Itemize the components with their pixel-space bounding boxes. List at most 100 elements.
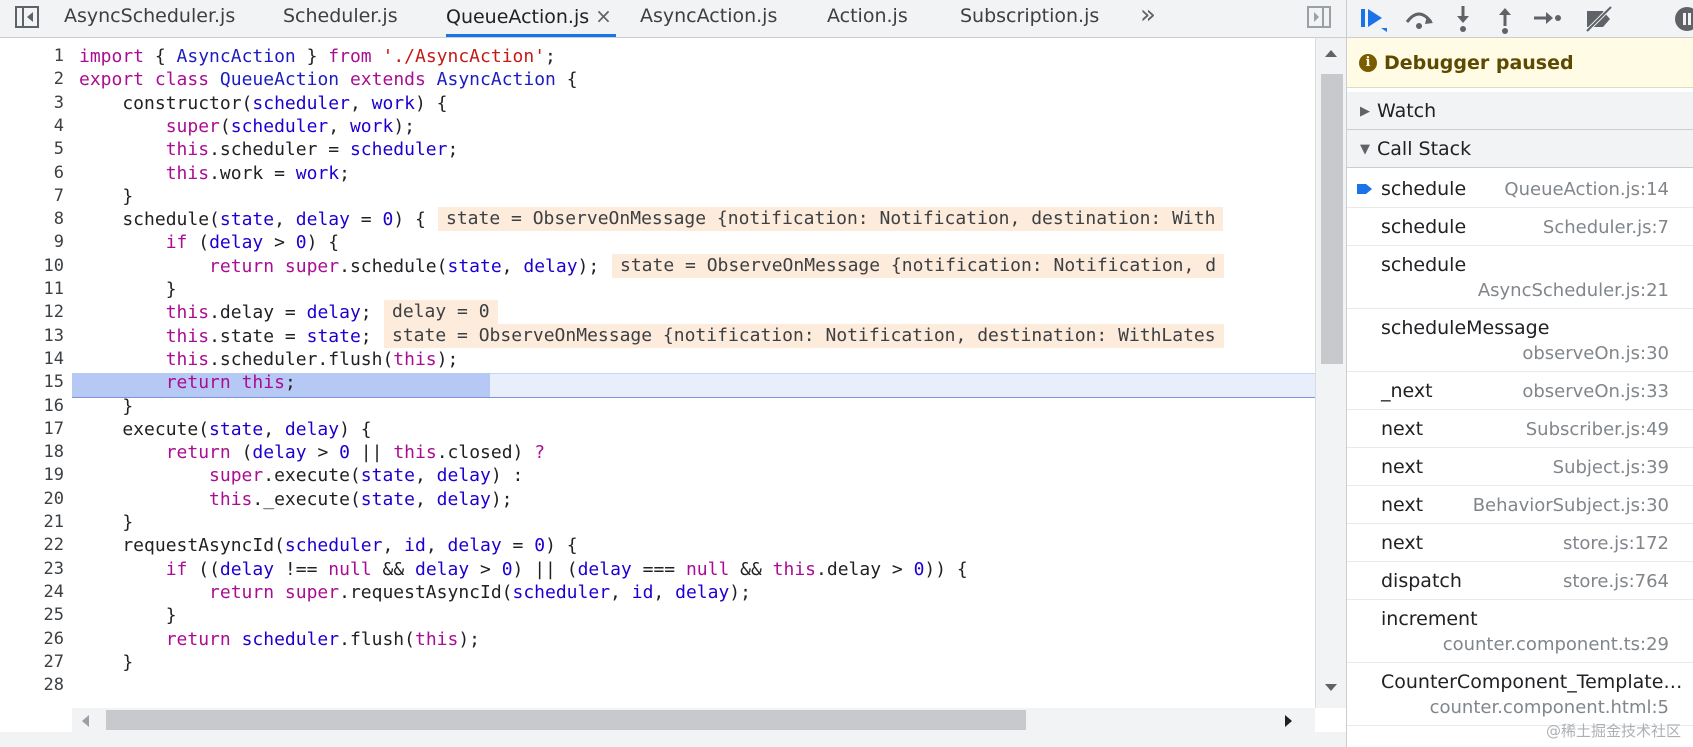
line-number[interactable]: 19 [0, 463, 64, 488]
code-line[interactable]: 4 super(scheduler, work); [0, 114, 1315, 139]
code-line[interactable]: 11 } [0, 277, 1315, 302]
line-number[interactable]: 24 [0, 580, 64, 605]
vertical-scroll-thumb[interactable] [1321, 74, 1343, 364]
call-frame[interactable]: _next observeOn.js:33 [1347, 372, 1693, 410]
code-line[interactable]: 23 if ((delay !== null && delay > 0) || … [0, 557, 1315, 582]
horizontal-scroll-thumb[interactable] [106, 710, 1026, 730]
frame-location[interactable]: counter.component.ts:29 [1443, 634, 1669, 655]
resume-icon[interactable] [1357, 4, 1389, 34]
code-line[interactable]: 19 super.execute(state, delay) : [0, 463, 1315, 488]
line-number[interactable]: 12 [0, 300, 64, 325]
frame-location[interactable]: QueueAction.js:14 [1504, 179, 1669, 200]
frame-location[interactable]: store.js:172 [1563, 533, 1669, 554]
line-number[interactable]: 14 [0, 347, 64, 372]
frame-location[interactable]: store.js:764 [1563, 571, 1669, 592]
code-line[interactable]: 20 this._execute(state, delay); [0, 487, 1315, 512]
scroll-left-icon[interactable] [80, 714, 90, 728]
toggle-navigator-icon[interactable] [14, 4, 40, 30]
frame-location[interactable]: Subject.js:39 [1553, 457, 1669, 478]
line-number[interactable]: 20 [0, 487, 64, 512]
call-frame[interactable]: next Subject.js:39 [1347, 448, 1693, 486]
step-over-icon[interactable] [1403, 4, 1435, 34]
frame-location[interactable]: counter.component.html:5 [1430, 697, 1669, 718]
frame-location[interactable]: observeOn.js:33 [1522, 381, 1669, 402]
line-number[interactable]: 2 [0, 67, 64, 92]
line-number[interactable]: 17 [0, 417, 64, 442]
code-line[interactable]: 9 if (delay > 0) { [0, 230, 1315, 255]
tab-asyncaction[interactable]: AsyncAction.js [640, 0, 777, 37]
code-line[interactable]: 25 } [0, 603, 1315, 628]
line-number[interactable]: 18 [0, 440, 64, 465]
frame-location[interactable]: observeOn.js:30 [1522, 343, 1669, 364]
scroll-right-icon[interactable] [1284, 714, 1294, 728]
code-editor[interactable]: 1 import { AsyncAction } from './AsyncAct… [0, 38, 1315, 708]
tab-asyncscheduler[interactable]: AsyncScheduler.js [64, 0, 235, 37]
call-frame[interactable]: next Subscriber.js:49 [1347, 410, 1693, 448]
code-line[interactable]: 17 execute(state, delay) { [0, 417, 1315, 442]
frame-location[interactable]: AsyncScheduler.js:21 [1478, 280, 1669, 301]
code-line[interactable]: 7 } [0, 184, 1315, 209]
line-number[interactable]: 13 [0, 324, 64, 349]
line-number[interactable]: 28 [0, 673, 64, 698]
step-icon[interactable] [1531, 4, 1563, 34]
line-number[interactable]: 10 [0, 254, 64, 279]
code-line[interactable]: 18 return (delay > 0 || this.closed) ? [0, 440, 1315, 465]
line-number[interactable]: 27 [0, 650, 64, 675]
code-line[interactable]: 16 } [0, 394, 1315, 419]
call-frame[interactable]: CounterComponent_Template… counter.compon… [1347, 663, 1693, 726]
code-line[interactable]: 22 requestAsyncId(scheduler, id, delay =… [0, 533, 1315, 558]
line-number[interactable]: 6 [0, 161, 64, 186]
call-frame[interactable]: schedule AsyncScheduler.js:21 [1347, 246, 1693, 309]
code-line[interactable]: 12 this.delay = delay; delay = 0 [0, 300, 1315, 325]
watch-section-header[interactable]: ▶ Watch [1347, 92, 1693, 130]
code-line[interactable]: 3 constructor(scheduler, work) { [0, 91, 1315, 116]
call-frame[interactable]: schedule QueueAction.js:14 [1347, 170, 1693, 208]
line-number[interactable]: 21 [0, 510, 64, 535]
code-line[interactable]: 13 this.state = state; state = ObserveOnM… [0, 323, 1315, 349]
line-number[interactable]: 11 [0, 277, 64, 302]
call-frame[interactable]: scheduleMessage observeOn.js:30 [1347, 309, 1693, 372]
code-line[interactable]: 14 this.scheduler.flush(this); [0, 347, 1315, 372]
line-number[interactable]: 22 [0, 533, 64, 558]
line-number[interactable]: 8 [0, 207, 64, 232]
code-line[interactable]: 15 return this; [0, 370, 1315, 395]
line-number[interactable]: 25 [0, 603, 64, 628]
pause-on-exceptions-icon[interactable] [1671, 4, 1693, 34]
code-line[interactable]: 27 } [0, 650, 1315, 675]
code-line[interactable]: 1 import { AsyncAction } from './AsyncAct… [0, 44, 1315, 69]
code-line[interactable]: 6 this.work = work; [0, 161, 1315, 186]
step-into-icon[interactable] [1447, 4, 1479, 34]
tab-subscription[interactable]: Subscription.js [960, 0, 1099, 37]
code-line[interactable]: 2 export class QueueAction extends AsyncA… [0, 67, 1315, 92]
call-frame[interactable]: increment counter.component.ts:29 [1347, 600, 1693, 663]
call-frame[interactable]: next BehaviorSubject.js:30 [1347, 486, 1693, 524]
line-number[interactable]: 15 [0, 370, 64, 395]
line-number[interactable]: 26 [0, 627, 64, 652]
line-number[interactable]: 9 [0, 230, 64, 255]
code-line[interactable]: 21 } [0, 510, 1315, 535]
call-frame[interactable]: next store.js:172 [1347, 524, 1693, 562]
line-number[interactable]: 7 [0, 184, 64, 209]
tab-scheduler[interactable]: Scheduler.js [283, 0, 398, 37]
tab-queueaction[interactable]: QueueAction.js × [446, 0, 616, 37]
code-line[interactable]: 24 return super.requestAsyncId(scheduler… [0, 580, 1315, 605]
line-number[interactable]: 16 [0, 394, 64, 419]
frame-location[interactable]: Scheduler.js:7 [1543, 217, 1669, 238]
code-line[interactable]: 10 return super.schedule(state, delay); s… [0, 253, 1315, 279]
line-number[interactable]: 1 [0, 44, 64, 69]
line-number[interactable]: 23 [0, 557, 64, 582]
horizontal-scrollbar[interactable] [72, 708, 1315, 732]
code-line[interactable]: 8 schedule(state, delay = 0) {state = Ob… [0, 207, 1315, 232]
line-number[interactable]: 5 [0, 137, 64, 162]
call-frame[interactable]: schedule Scheduler.js:7 [1347, 208, 1693, 246]
call-frame[interactable]: dispatch store.js:764 [1347, 562, 1693, 600]
scroll-down-icon[interactable] [1324, 683, 1338, 693]
code-line[interactable]: 28 [0, 673, 1315, 698]
vertical-scrollbar[interactable] [1315, 38, 1346, 708]
toggle-debugger-icon[interactable] [1306, 4, 1332, 30]
more-tabs-icon[interactable]: » [1140, 0, 1156, 34]
code-line[interactable]: 5 this.scheduler = scheduler; [0, 137, 1315, 162]
frame-location[interactable]: Subscriber.js:49 [1526, 419, 1669, 440]
frame-location[interactable]: BehaviorSubject.js:30 [1473, 495, 1669, 516]
tab-action[interactable]: Action.js [827, 0, 908, 37]
